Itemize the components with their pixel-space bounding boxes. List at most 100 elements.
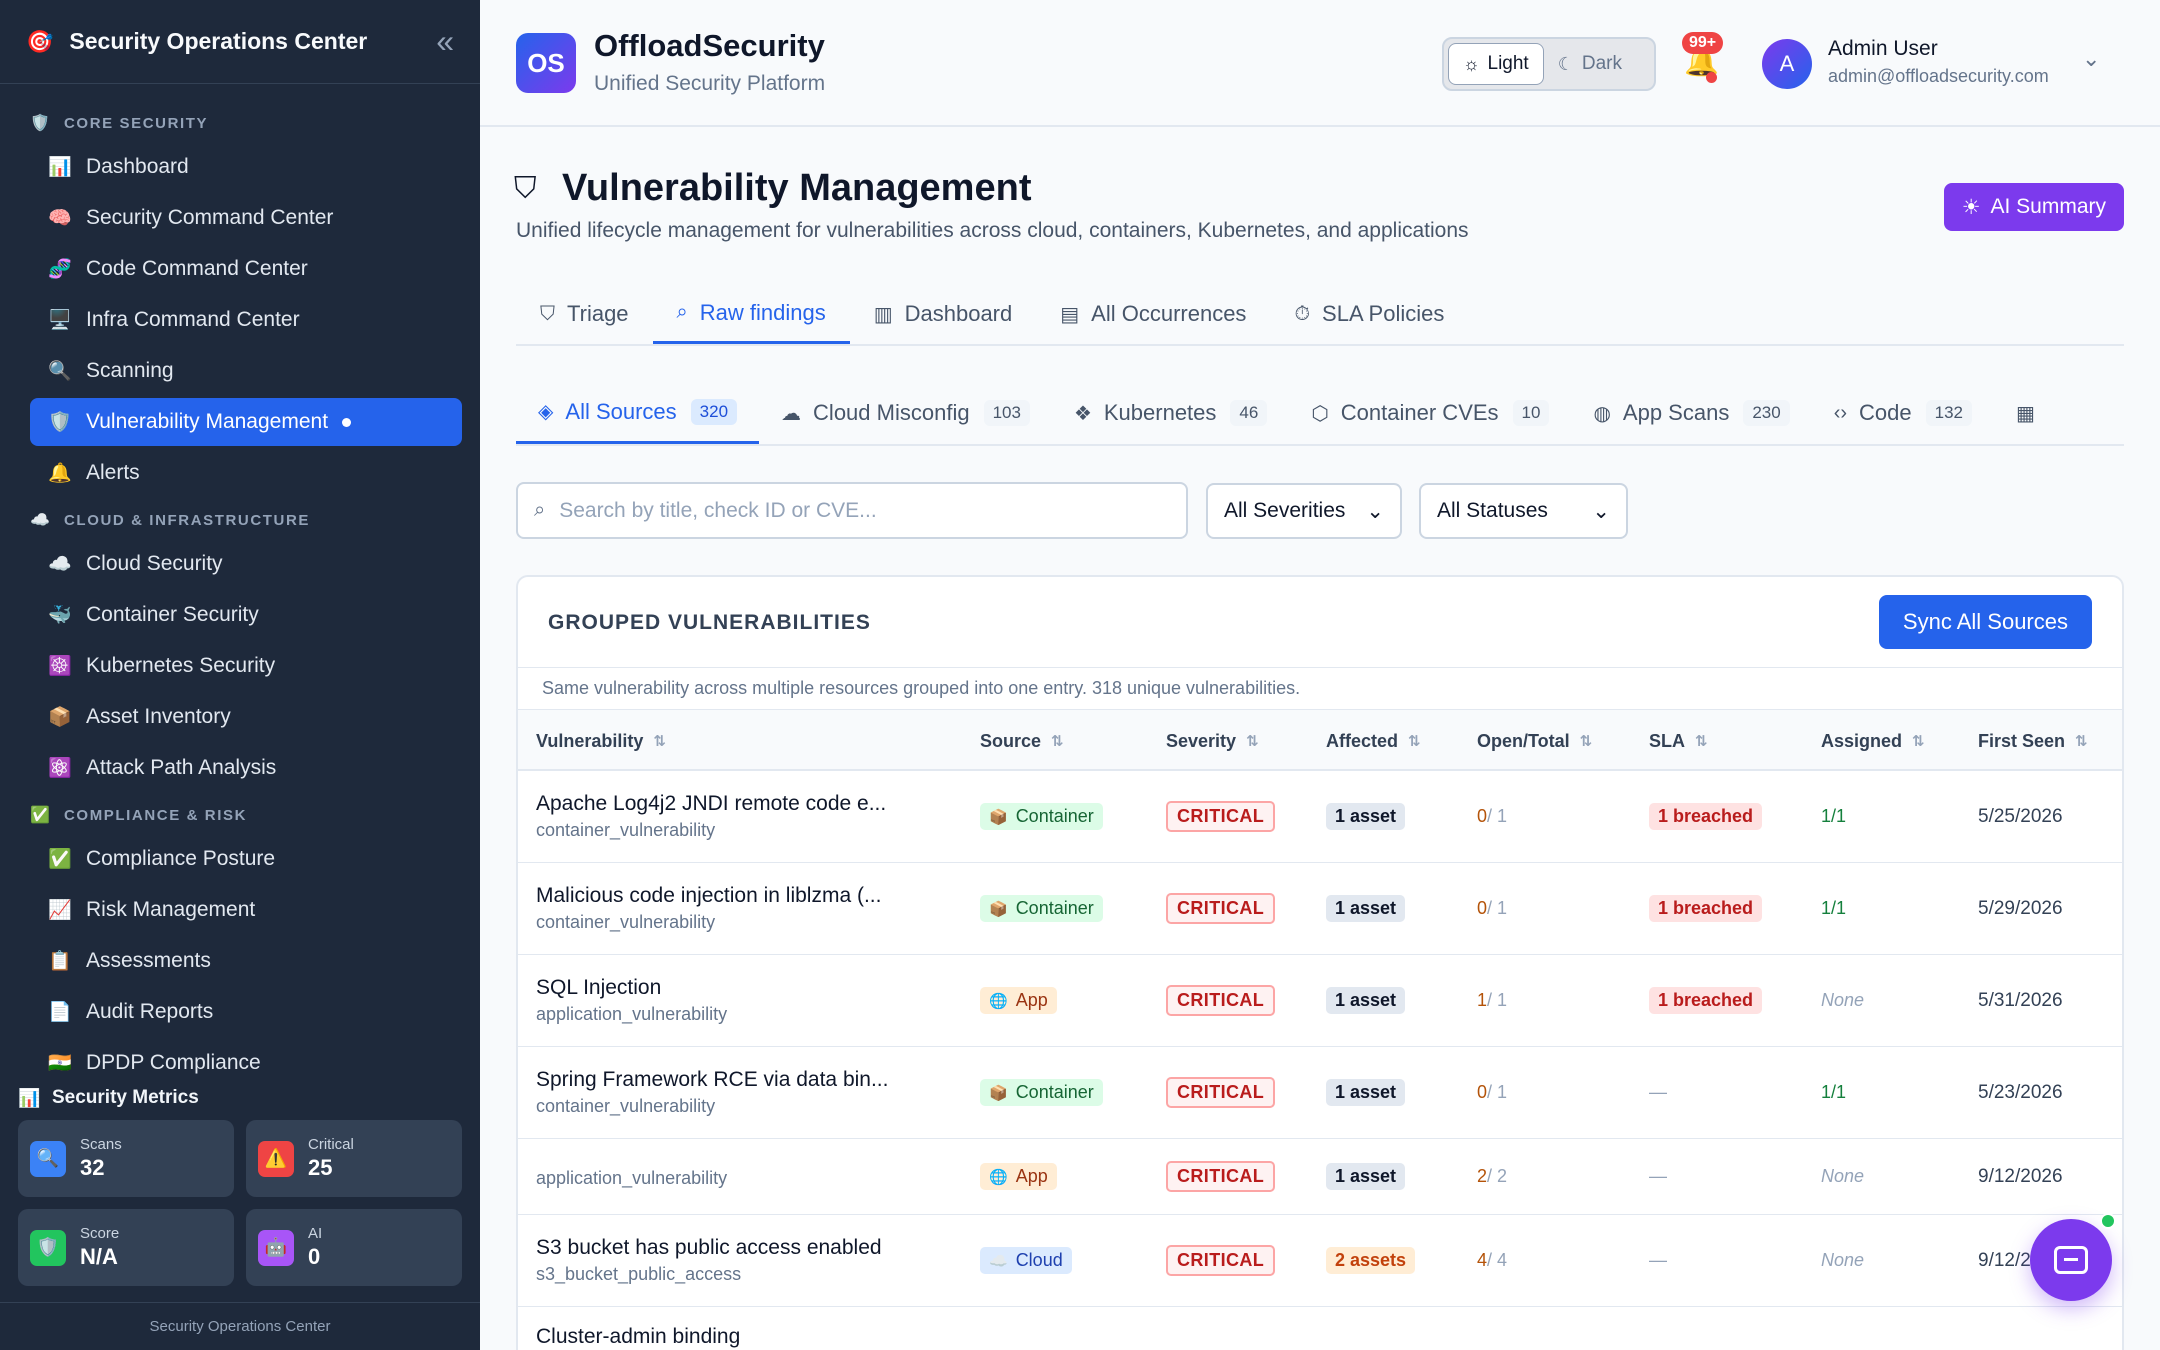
light-theme-button[interactable]: ☼ Light	[1448, 43, 1544, 85]
sidebar-item-compliance-posture[interactable]: ✅ Compliance Posture	[30, 835, 462, 883]
table-row[interactable]: application_vulnerability 🌐 App CRITICAL 1 a…	[518, 1139, 2122, 1215]
severity-badge: CRITICAL	[1166, 893, 1276, 924]
ai-summary-button[interactable]: ☀ AI Summary	[1943, 183, 2124, 231]
brand-tagline: Unified Security Platform	[594, 72, 826, 95]
source-tab-all-sources[interactable]: ◈ All Sources 320	[516, 382, 760, 444]
tab-sla-policies[interactable]: ⏱ SLA Policies	[1270, 284, 1468, 344]
section-header-cloud-infrastructure: ☁️ CLOUD & INFRASTRUCTURE	[30, 503, 462, 537]
sidebar-item-label: Code Command Center	[86, 257, 308, 280]
sla-policies-icon: ⏱	[1294, 302, 1311, 325]
sidebar-item-attack-path-analysis[interactable]: ⚛️ Attack Path Analysis	[30, 744, 462, 792]
section-icon: 🛡️	[30, 115, 50, 132]
source-tab-cloud-misconfig[interactable]: ☁ Cloud Misconfig 103	[759, 382, 1052, 444]
column-header-vulnerability[interactable]: Vulnerability ⇅	[536, 710, 666, 772]
assigned-value[interactable]: None	[1821, 1250, 1864, 1271]
column-header-sla[interactable]: SLA ⇅	[1649, 710, 1708, 772]
sort-icon: ⇅	[1051, 733, 1064, 750]
sidebar-item-kubernetes-security[interactable]: ☸️ Kubernetes Security	[30, 642, 462, 690]
column-header-severity[interactable]: Severity ⇅	[1166, 710, 1259, 772]
vulnerability-title[interactable]: Spring Framework RCE via data bin...	[536, 1068, 888, 1092]
sidebar-item-risk-management[interactable]: 📈 Risk Management	[30, 886, 462, 934]
vulnerability-cell: Apache Log4j2 JNDI remote code e... conta…	[536, 771, 886, 862]
affected-badge[interactable]: 1 asset	[1326, 895, 1406, 922]
sync-all-sources-button[interactable]: Sync All Sources	[1878, 595, 2092, 649]
code-icon: ‹›	[1833, 401, 1848, 424]
status-filter[interactable]: All Statuses ⌄	[1419, 483, 1628, 539]
sidebar-item-container-security[interactable]: 🐳 Container Security	[30, 591, 462, 639]
open-count: 1	[1477, 990, 1488, 1010]
sidebar-item-infra-command-center[interactable]: 🖥️ Infra Command Center	[30, 296, 462, 344]
sidebar-item-dpdp-compliance[interactable]: 🇮🇳 DPDP Compliance	[30, 1039, 462, 1074]
table-row[interactable]: SQL Injection application_vulnerability 🌐 A…	[518, 955, 2122, 1047]
column-header-assigned[interactable]: Assigned ⇅	[1821, 710, 1925, 772]
main-content: ⛉ Vulnerability Management Unified lifec…	[480, 127, 2160, 1350]
search-input[interactable]	[559, 498, 1160, 523]
sidebar-item-audit-reports[interactable]: 📄 Audit Reports	[30, 988, 462, 1036]
search-field[interactable]: ⌕	[516, 482, 1188, 539]
total-count: / 4	[1487, 1250, 1508, 1270]
open-count: 0	[1477, 1082, 1488, 1102]
sidebar-item-label: Asset Inventory	[86, 705, 231, 728]
column-header-first-seen[interactable]: First Seen ⇅	[1978, 710, 2088, 772]
sidebar-item-scanning[interactable]: 🔍 Scanning	[30, 347, 462, 395]
source-tab-container-cves[interactable]: ⬡ Container CVEs 10	[1289, 382, 1571, 444]
table-row[interactable]: Spring Framework RCE via data bin... cont…	[518, 1047, 2122, 1139]
tab-triage[interactable]: ⛉ Triage	[516, 284, 653, 344]
score-icon: 🛡️	[30, 1229, 66, 1266]
table-row[interactable]: Cluster-admin binding	[518, 1307, 2122, 1350]
collapse-sidebar-icon[interactable]: «	[436, 23, 454, 60]
affected-badge[interactable]: 1 asset	[1326, 803, 1406, 830]
sidebar-item-alerts[interactable]: 🔔 Alerts	[30, 449, 462, 497]
table-row[interactable]: S3 bucket has public access enabled s3_bu…	[518, 1215, 2122, 1307]
vulnerability-title[interactable]: SQL Injection	[536, 976, 661, 1000]
tab-dashboard[interactable]: ▥ Dashboard	[850, 284, 1037, 344]
app-icon: 🌐	[989, 992, 1008, 1010]
container-icon: 📦	[989, 1084, 1008, 1102]
affected-badge[interactable]: 1 asset	[1326, 987, 1406, 1014]
column-label: SLA	[1649, 730, 1685, 751]
sidebar-item-vulnerability-management[interactable]: 🛡️ Vulnerability Management	[30, 398, 462, 446]
source-tab-label: Kubernetes	[1103, 400, 1217, 425]
vulnerability-title[interactable]: Apache Log4j2 JNDI remote code e...	[536, 792, 886, 816]
vulnerability-title[interactable]: Malicious code injection in liblzma (...	[536, 884, 881, 908]
sidebar-item-asset-inventory[interactable]: 📦 Asset Inventory	[30, 693, 462, 741]
severity-filter[interactable]: All Severities ⌄	[1206, 483, 1402, 539]
assigned-value[interactable]: 1/1	[1821, 1082, 1846, 1103]
column-header-source[interactable]: Source ⇅	[980, 710, 1064, 772]
assigned-value[interactable]: None	[1821, 1166, 1864, 1187]
table-row[interactable]: Apache Log4j2 JNDI remote code e... conta…	[518, 771, 2122, 863]
avatar[interactable]: A	[1762, 39, 1812, 89]
affected-badge[interactable]: 2 assets	[1326, 1247, 1416, 1274]
dark-theme-button[interactable]: ☾ Dark	[1544, 43, 1636, 85]
table-row[interactable]: Malicious code injection in liblzma (...…	[518, 863, 2122, 955]
assigned-value[interactable]: 1/1	[1821, 898, 1846, 919]
lightbulb-icon: ☀	[1961, 195, 1981, 219]
tab-all-occurrences[interactable]: ▤ All Occurrences	[1036, 284, 1270, 344]
source-tab-kubernetes[interactable]: ❖ Kubernetes 46	[1052, 382, 1289, 444]
column-header-affected[interactable]: Affected ⇅	[1326, 710, 1421, 772]
column-header-open-total[interactable]: Open/Total ⇅	[1477, 710, 1592, 772]
sidebar-item-cloud-security[interactable]: ☁️ Cloud Security	[30, 540, 462, 588]
vulnerability-cell: Malicious code injection in liblzma (...…	[536, 863, 881, 954]
sidebar-item-assessments[interactable]: 📋 Assessments	[30, 937, 462, 985]
assigned-value[interactable]: None	[1821, 990, 1864, 1011]
notification-badge: 99+	[1682, 32, 1724, 54]
vulnerability-title[interactable]: S3 bucket has public access enabled	[536, 1236, 882, 1260]
sidebar-item-security-command-center[interactable]: 🧠 Security Command Center	[30, 194, 462, 242]
assigned-value[interactable]: 1/1	[1821, 806, 1846, 827]
source-tab-app-scans[interactable]: ◍ App Scans 230	[1571, 382, 1811, 444]
user-name[interactable]: Admin User	[1828, 37, 1938, 61]
chevron-down-icon[interactable]: ⌄	[2082, 46, 2100, 72]
affected-badge[interactable]: 1 asset	[1326, 1079, 1406, 1106]
sort-icon: ⇅	[1246, 733, 1259, 750]
source-tab-code[interactable]: ‹› Code 132	[1812, 382, 1994, 444]
sidebar-item-dashboard[interactable]: 📊 Dashboard	[30, 143, 462, 191]
tab-label: SLA Policies	[1322, 301, 1445, 326]
vulnerability-title[interactable]: Cluster-admin binding	[536, 1325, 740, 1349]
tab-raw-findings[interactable]: ⌕ Raw findings	[652, 284, 850, 344]
first-seen-cell: 5/25/2026	[1978, 771, 2063, 862]
sidebar-item-code-command-center[interactable]: 🧬 Code Command Center	[30, 245, 462, 293]
affected-badge[interactable]: 1 asset	[1326, 1163, 1406, 1190]
source-tab-more[interactable]: ▦	[1994, 382, 2069, 444]
chat-button[interactable]	[2030, 1219, 2112, 1301]
